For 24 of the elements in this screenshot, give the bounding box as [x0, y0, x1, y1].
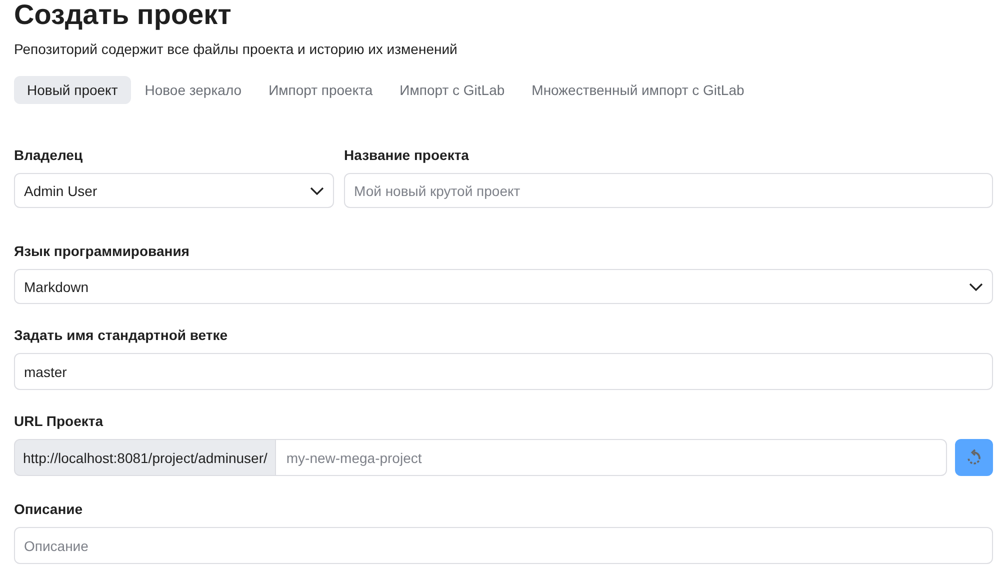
chevron-down-icon — [310, 186, 324, 194]
regenerate-button[interactable] — [955, 439, 993, 476]
tab[interactable]: Новое зеркало — [132, 76, 255, 104]
refresh-icon — [965, 448, 983, 466]
chevron-down-icon — [969, 282, 983, 290]
project-slug-field[interactable]: my-new-mega-project — [276, 439, 947, 476]
page-title: Создать проект — [14, 0, 232, 30]
tab[interactable]: Импорт проекта — [256, 76, 386, 104]
tab[interactable]: Новый проект — [14, 76, 131, 104]
field-label: Название проекта — [344, 146, 470, 164]
page-subtitle: Репозиторий содержит все файлы проекта и историю их изменений — [14, 40, 458, 58]
owner-select[interactable]: Admin User — [14, 173, 334, 208]
branch-name-field[interactable]: master — [14, 353, 993, 390]
project-name-field[interactable]: Мой новый крутой проект — [344, 173, 993, 208]
url-prefix: http://localhost:8081/project/adminuser/ — [14, 439, 276, 476]
field-label: Задать имя стандартной ветке — [14, 326, 229, 344]
field-label: Язык программирования — [14, 242, 190, 260]
field-label: Описание — [14, 500, 84, 518]
language-select[interactable]: Markdown — [14, 269, 993, 304]
field-label: URL Проекта — [14, 412, 104, 430]
description-field[interactable]: Описание — [14, 527, 993, 564]
tab[interactable]: Множественный импорт с GitLab — [518, 76, 758, 104]
field-label: Владелец — [14, 146, 84, 164]
tab[interactable]: Импорт с GitLab — [386, 76, 518, 104]
